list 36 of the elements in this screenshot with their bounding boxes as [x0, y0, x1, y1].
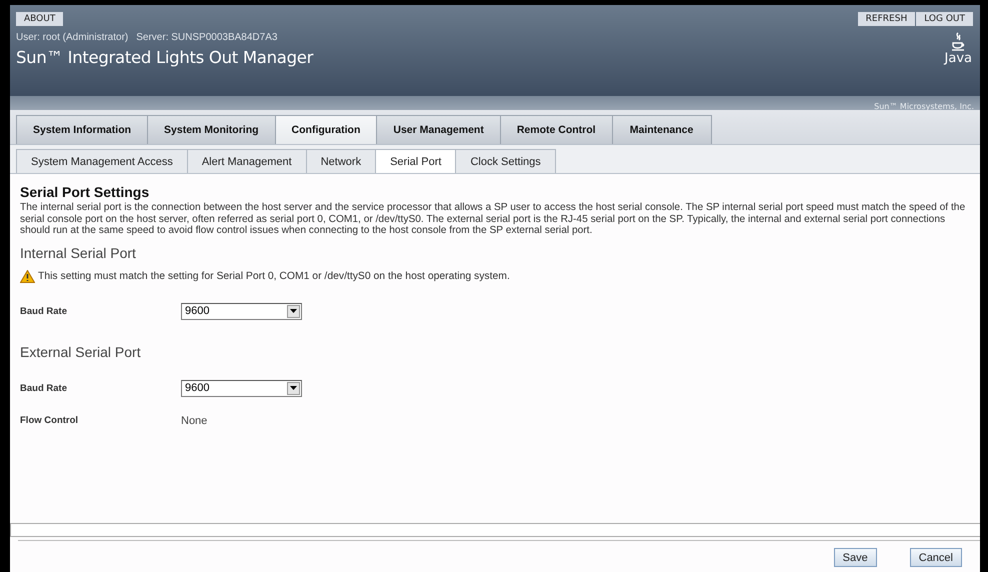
app-title: Sun™ Integrated Lights Out Manager [16, 48, 314, 67]
tab[interactable]: User Management [376, 115, 501, 144]
logo-text: Java [944, 52, 972, 65]
tab[interactable]: System Information [16, 115, 148, 144]
subtab[interactable]: Network [306, 149, 376, 173]
field-value: None [181, 414, 208, 426]
subtab[interactable]: Serial Port [375, 149, 456, 173]
tab[interactable]: Remote Control [500, 115, 613, 144]
dropdown-arrow-icon [290, 386, 297, 390]
subtab[interactable]: Alert Management [186, 149, 307, 173]
field-label: Flow Control [20, 415, 78, 426]
section-heading: Internal Serial Port [20, 244, 137, 260]
subtab[interactable]: Clock Settings [455, 149, 556, 173]
tab[interactable]: Maintenance [612, 115, 712, 144]
about-button[interactable]: ABOUT [16, 12, 64, 26]
baud-rate-dropdown[interactable]: 9600 [181, 380, 302, 396]
subtab[interactable]: System Management Access [16, 149, 188, 173]
section-heading: External Serial Port [20, 344, 142, 360]
warning-icon [20, 270, 35, 282]
coffee-cup-icon [951, 32, 966, 52]
baud-rate-dropdown[interactable]: 9600 [181, 302, 302, 320]
tab[interactable]: Configuration [274, 115, 378, 144]
tab[interactable]: System Monitoring [147, 115, 276, 144]
server-info: Server: SUNSP0003BA84D7A3 [136, 32, 278, 43]
field-label: Baud Rate [20, 306, 67, 316]
logout-button[interactable]: LOG OUT [916, 12, 973, 26]
user-info: User: root (Administrator) [16, 32, 128, 43]
save-button[interactable]: Save [834, 548, 877, 567]
cancel-button[interactable]: Cancel [910, 548, 962, 567]
dropdown-arrow-icon [290, 309, 297, 313]
field-label: Baud Rate [20, 382, 67, 394]
description-text: The internal serial port is the connection between the host server and the service processor that allows a SP user to access the host serial console. The SP internal serial port speed must match the speed of the serial console port on the host server, often referred as serial port 0, COM1, or /dev/ttyS0. The external serial port is the RJ-45 serial port on the SP. Typically, the internal and external serial port connections should run at the same speed to avoid flow control issues when connecting to the host console from the SP external serial port. [20, 202, 966, 236]
warning-text: This setting must match the setting for Serial Port 0, COM1 or /dev/ttyS0 on the host operating system. [38, 270, 510, 282]
refresh-button[interactable]: REFRESH [858, 12, 916, 26]
page-heading: Serial Port Settings [20, 184, 150, 200]
company-name: Sun™ Microsystems, Inc. [874, 102, 974, 111]
